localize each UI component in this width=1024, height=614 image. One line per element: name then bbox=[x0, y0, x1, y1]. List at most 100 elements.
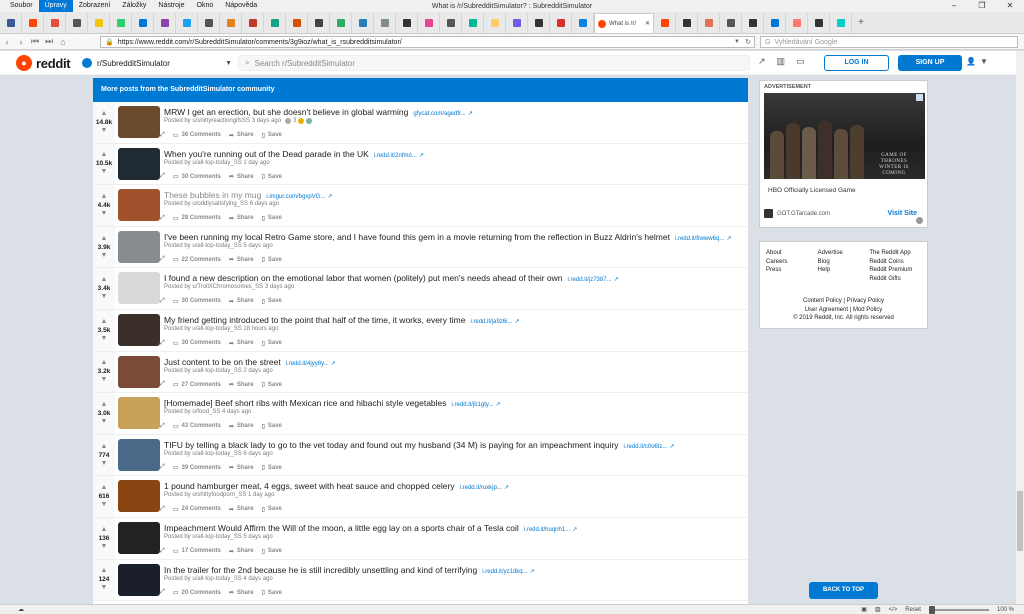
browser-tab[interactable] bbox=[786, 13, 808, 33]
downvote-icon[interactable]: ▼ bbox=[101, 335, 108, 343]
save-button[interactable]: ▯ Save bbox=[262, 173, 282, 181]
downvote-icon[interactable]: ▼ bbox=[101, 584, 108, 592]
ad-image[interactable]: GAME OF THRONES WINTER IS COMING bbox=[764, 93, 925, 179]
share-button[interactable]: ➦ Share bbox=[229, 589, 254, 597]
post-title[interactable]: 1 pound hamburger meat, 4 eggs, sweet wi… bbox=[164, 481, 455, 491]
post-row[interactable]: ▲ 4.4k ▼ These bubbles in my mug i.imgur.com… bbox=[93, 185, 748, 227]
share-button[interactable]: ➦ Share bbox=[229, 506, 254, 513]
post-row[interactable]: ▲ 774 ▼ TIFU by telling a black lady to go … bbox=[93, 434, 748, 477]
link-reddit-premium[interactable]: Reddit Premium bbox=[869, 267, 921, 273]
back-to-top-button[interactable]: BACK TO TOP bbox=[809, 582, 878, 599]
new-tab-icon[interactable]: + bbox=[852, 13, 870, 33]
url-bar[interactable]: 🔒 https://www.reddit.com/r/SubredditSimu… bbox=[100, 36, 755, 48]
post-row[interactable]: ▲ 616 ▼ 1 pound hamburger meat, 4 eggs, swe… bbox=[93, 476, 748, 518]
browser-tab[interactable] bbox=[396, 13, 418, 33]
save-button[interactable]: ▯ Save bbox=[262, 132, 282, 139]
share-button[interactable]: ➦ Share bbox=[229, 132, 254, 139]
downvote-icon[interactable]: ▼ bbox=[101, 376, 108, 384]
legal-line-2[interactable]: User Agreement | Mod Policy bbox=[760, 307, 927, 313]
home-icon[interactable]: ⌂ bbox=[56, 37, 70, 47]
post-title[interactable]: MRW I get an erection, but she doesn't b… bbox=[164, 107, 408, 117]
post-row[interactable]: ▲ 14.8k ▼ MRW I get an erection, but she do… bbox=[93, 102, 748, 144]
signup-button[interactable]: SIGN UP bbox=[898, 55, 962, 71]
post-thumbnail[interactable] bbox=[118, 480, 160, 513]
browser-tab[interactable] bbox=[506, 13, 528, 33]
close-window-icon[interactable]: ✕ bbox=[996, 0, 1024, 12]
browser-tab[interactable] bbox=[286, 13, 308, 33]
post-row[interactable]: ▲ 124 ▼ In the trailer for the 2nd because … bbox=[93, 559, 748, 602]
browser-tab[interactable] bbox=[550, 13, 572, 33]
downvote-icon[interactable]: ▼ bbox=[101, 543, 108, 551]
browser-search-input[interactable]: G Vyhledávání Google bbox=[760, 36, 1018, 48]
save-button[interactable]: ▯ Save bbox=[262, 548, 282, 555]
minimize-icon[interactable]: – bbox=[940, 0, 968, 12]
browser-tab[interactable] bbox=[528, 13, 550, 33]
post-title[interactable]: When you're running out of the Dead para… bbox=[164, 149, 369, 159]
comments-button[interactable]: ▭ 36 Comments bbox=[173, 132, 221, 139]
save-button[interactable]: ▯ Save bbox=[262, 506, 282, 513]
upvote-icon[interactable]: ▲ bbox=[101, 276, 108, 284]
save-button[interactable]: ▯ Save bbox=[262, 340, 282, 347]
upvote-icon[interactable]: ▲ bbox=[101, 235, 108, 243]
reload-icon[interactable]: ↻ bbox=[745, 38, 751, 46]
post-thumbnail[interactable] bbox=[118, 147, 160, 180]
menu-edit[interactable]: Úpravy bbox=[38, 0, 73, 12]
save-button[interactable]: ▯ Save bbox=[262, 381, 282, 389]
post-title[interactable]: Just content to be on the street bbox=[164, 357, 281, 367]
browser-tab[interactable] bbox=[484, 13, 506, 33]
browser-tab[interactable] bbox=[176, 13, 198, 33]
post-row[interactable]: ▲ 3.9k ▼ I've been running my local Retro G… bbox=[93, 226, 748, 269]
downvote-icon[interactable]: ▼ bbox=[101, 418, 108, 426]
post-thumbnail[interactable] bbox=[118, 106, 160, 138]
post-thumbnail[interactable] bbox=[118, 438, 160, 471]
browser-tab[interactable] bbox=[66, 13, 88, 33]
browser-tab[interactable] bbox=[374, 13, 396, 33]
post-domain-link[interactable]: i.redd.it/8www6q... ↗ bbox=[675, 236, 731, 242]
save-button[interactable]: ▯ Save bbox=[262, 215, 282, 222]
expand-icon[interactable]: ⤢ bbox=[160, 381, 165, 388]
browser-tab[interactable] bbox=[198, 13, 220, 33]
url-dropdown-icon[interactable]: ▼ bbox=[734, 39, 740, 45]
forward-icon[interactable]: › bbox=[14, 37, 28, 47]
post-thumbnail[interactable] bbox=[118, 230, 160, 263]
post-domain-link[interactable]: i.redd.it/ruxkjp... ↗ bbox=[460, 485, 509, 491]
share-button[interactable]: ➦ Share bbox=[229, 173, 254, 181]
cloud-icon[interactable]: ☁ bbox=[18, 606, 24, 613]
upvote-icon[interactable]: ▲ bbox=[101, 318, 108, 326]
browser-tab[interactable] bbox=[440, 13, 462, 33]
downvote-icon[interactable]: ▼ bbox=[101, 127, 108, 135]
post-row[interactable]: ▲ 3.5k ▼ My friend getting introduced to th… bbox=[93, 309, 748, 352]
comments-button[interactable]: ▭ 43 Comments bbox=[173, 423, 221, 430]
back-icon[interactable]: ‹ bbox=[0, 37, 14, 47]
comments-button[interactable]: ▭ 30 Comments bbox=[173, 340, 221, 347]
upvote-icon[interactable]: ▲ bbox=[101, 359, 108, 367]
browser-tab[interactable] bbox=[352, 13, 374, 33]
link-reddit-coins[interactable]: Reddit Coins bbox=[869, 259, 921, 265]
link-reddit-app[interactable]: The Reddit App bbox=[869, 250, 921, 256]
post-domain-link[interactable]: i.redd.it/jb1gty... ↗ bbox=[452, 402, 501, 408]
zoom-slider[interactable] bbox=[928, 605, 989, 614]
share-button[interactable]: ➦ Share bbox=[229, 215, 254, 222]
expand-icon[interactable]: ⤢ bbox=[160, 132, 165, 139]
menu-file[interactable]: Soubor bbox=[4, 0, 39, 12]
browser-tab[interactable] bbox=[264, 13, 286, 33]
post-thumbnail[interactable] bbox=[118, 521, 160, 554]
post-thumbnail[interactable] bbox=[118, 313, 160, 346]
link-press[interactable]: Press bbox=[766, 267, 818, 273]
post-thumbnail[interactable] bbox=[118, 397, 160, 430]
comments-button[interactable]: ▭ 20 Comments bbox=[173, 589, 221, 597]
upvote-icon[interactable]: ▲ bbox=[101, 567, 108, 575]
link-reddit-gifts[interactable]: Reddit Gifts bbox=[869, 276, 921, 282]
expand-icon[interactable]: ⤢ bbox=[160, 173, 165, 180]
browser-tab[interactable] bbox=[88, 13, 110, 33]
code-icon[interactable]: </> bbox=[889, 607, 898, 613]
share-button[interactable]: ➦ Share bbox=[229, 340, 254, 347]
expand-icon[interactable]: ⤢ bbox=[160, 589, 165, 596]
browser-tab[interactable] bbox=[742, 13, 764, 33]
vertical-scrollbar[interactable] bbox=[1016, 51, 1024, 604]
share-button[interactable]: ➦ Share bbox=[229, 298, 254, 305]
comments-button[interactable]: ▭ 30 Comments bbox=[173, 173, 221, 181]
expand-icon[interactable]: ⤢ bbox=[160, 464, 165, 471]
downvote-icon[interactable]: ▼ bbox=[101, 252, 108, 260]
browser-tab[interactable] bbox=[462, 13, 484, 33]
